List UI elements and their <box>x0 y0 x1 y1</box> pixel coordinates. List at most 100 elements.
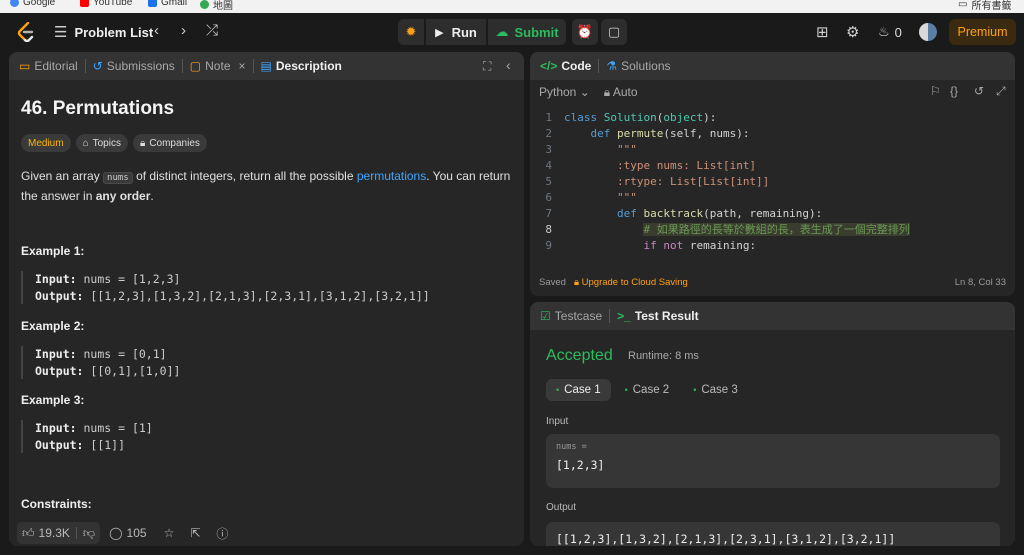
tab-editorial[interactable]: ▭ Editorial <box>19 52 78 80</box>
layout-grid-icon[interactable]: ⊞ <box>816 23 829 41</box>
example-2-title: Example 2: <box>21 319 85 333</box>
chevron-right-icon[interactable]: › <box>181 22 186 39</box>
output-value: [[1,2,3],[1,3,2],[2,1,3],[2,3,1],[3,1,2]… <box>556 532 896 546</box>
submit-button[interactable]: ☁ Submit <box>488 19 566 45</box>
line-number: 3 <box>545 143 552 156</box>
code-icon: </> <box>540 59 558 73</box>
code-editor[interactable]: 1 class Solution(object): 2 def permute(se… <box>530 110 1015 260</box>
example-1-title: Example 1: <box>21 244 85 258</box>
input-box: nums = [1,2,3] <box>546 434 1000 488</box>
expand-icon[interactable]: ⤢ <box>996 84 1006 99</box>
tab-test-result[interactable]: >_ Test Result <box>617 302 698 330</box>
star-icon[interactable]: ☆ <box>164 526 175 540</box>
streak-counter[interactable]: ♨ 0 <box>878 24 902 40</box>
bookmark-gmail[interactable]: Gmail <box>148 0 187 8</box>
youtube-icon <box>80 0 89 7</box>
alarm-clock-icon: ⏰ <box>576 24 594 39</box>
play-icon: ▶ <box>435 26 444 39</box>
code-token: def <box>616 207 644 220</box>
bookmark-icon[interactable]: ⚐ <box>930 84 941 98</box>
case-tab-1[interactable]: • Case 1 <box>546 379 611 401</box>
case-tab-3[interactable]: • Case 3 <box>683 379 748 401</box>
thumbs-down-icon[interactable]: 👎︎ <box>83 526 95 541</box>
tab-testcase[interactable]: ☑ Testcase <box>540 302 602 330</box>
lock-icon: 🔒︎ <box>139 137 146 149</box>
run-button[interactable]: ▶ Run <box>426 19 486 45</box>
companies-tag[interactable]: 🔒︎ Companies <box>132 134 207 152</box>
code-token: self, nums <box>669 127 737 140</box>
notes-button[interactable]: ▢ <box>601 19 627 45</box>
top-navigation: ☰ Problem List ‹ › ⤮ ✹ ▶ Run ☁ Submit ⏰ ▢ … <box>0 13 1024 51</box>
timer-button[interactable]: ⏰ <box>572 19 598 45</box>
terminal-icon: >_ <box>617 309 631 323</box>
avatar[interactable] <box>919 23 937 41</box>
book-icon: ▭ <box>19 59 31 73</box>
topics-tag[interactable]: ⌂ Topics <box>75 134 128 152</box>
premium-button[interactable]: Premium <box>949 19 1016 45</box>
bookmark-maps[interactable]: 地圖 <box>200 0 233 12</box>
flame-icon: ♨ <box>878 24 890 39</box>
checkbox-icon: ☑ <box>540 309 551 323</box>
close-icon[interactable]: × <box>239 59 246 73</box>
code-line[interactable]: 5 :rtype: List[List[int]] <box>530 174 1015 190</box>
example-1-block: Input: nums = [1,2,3] Output: [[1,2,3],[… <box>21 271 430 304</box>
braces-icon[interactable]: {} <box>950 84 958 98</box>
help-icon[interactable]: ⓘ <box>216 525 228 542</box>
gear-icon[interactable]: ⚙ <box>846 23 859 41</box>
editor-toolbar: Python ⌄ 🔒︎ Auto ⚐ {} ↺ ⤢ <box>530 80 1015 104</box>
code-line[interactable]: 2 def permute(self, nums): <box>530 126 1015 142</box>
note-icon: ▢ <box>189 59 202 73</box>
document-icon: ▤ <box>260 59 272 73</box>
code-line[interactable]: 7 def backtrack(path, remaining): <box>530 206 1015 222</box>
debug-button[interactable]: ✹ <box>398 19 424 45</box>
line-number: 1 <box>545 111 552 124</box>
code-line[interactable]: 1 class Solution(object): <box>530 110 1015 126</box>
bookmark-youtube[interactable]: YouTube <box>80 0 132 8</box>
comments-button[interactable]: ◯ 105 <box>104 522 151 544</box>
share-icon[interactable]: ⇱ <box>190 526 200 540</box>
code-line[interactable]: 6 """ <box>530 190 1015 206</box>
pass-dot-icon: • <box>693 385 697 395</box>
history-icon: ↺ <box>92 59 103 73</box>
tab-divider <box>84 59 86 73</box>
leetcode-logo-icon[interactable] <box>17 22 35 42</box>
bookmark-google[interactable]: Google <box>10 0 55 8</box>
problem-statement: Given an array nums of distinct integers… <box>21 169 511 203</box>
code-token: """ <box>616 191 637 204</box>
reset-icon[interactable]: ↺ <box>974 84 984 98</box>
code-line[interactable]: 9 if not remaining: <box>530 238 1015 254</box>
language-select[interactable]: Python ⌄ <box>539 85 590 99</box>
code-line[interactable]: 3 """ <box>530 142 1015 158</box>
code-token: remaining: <box>689 239 757 252</box>
input-label: Input <box>546 416 569 427</box>
tab-submissions[interactable]: ↺ Submissions <box>93 52 175 80</box>
mode-toggle[interactable]: 🔒︎ Auto <box>604 85 638 100</box>
flask-icon: ⚗ <box>606 59 618 73</box>
line-number: 7 <box>545 207 552 220</box>
result-status: Accepted <box>546 347 613 364</box>
chevron-left-icon[interactable]: ‹ <box>154 22 159 39</box>
code-token: backtrack <box>643 207 704 220</box>
tab-code[interactable]: </> Code <box>540 52 591 80</box>
problem-title: 46. Permutations <box>21 98 175 119</box>
all-bookmarks[interactable]: ▭ 所有書籤 <box>958 0 1011 12</box>
code-line[interactable]: 4 :type nums: List[int] <box>530 158 1015 174</box>
code-line[interactable]: 8 # 如果路徑的長等於數組的長，表生成了一個完整排列 <box>530 222 1015 238</box>
like-button[interactable]: 👍︎ 19.3K 👎︎ <box>17 522 101 544</box>
upgrade-link[interactable]: 🔒︎ Upgrade to Cloud Saving <box>574 277 688 288</box>
problem-list-link[interactable]: ☰ Problem List <box>54 23 153 41</box>
permutations-link[interactable]: permutations <box>357 169 426 183</box>
collapse-left-icon[interactable]: ‹ <box>506 57 511 73</box>
maximize-icon[interactable]: ⛶ <box>483 59 491 74</box>
tab-solutions[interactable]: ⚗ Solutions <box>606 52 670 80</box>
maps-icon <box>200 0 209 9</box>
tab-note[interactable]: ▢ Note × <box>190 52 246 80</box>
tab-description[interactable]: ▤ Description <box>261 52 342 80</box>
shuffle-icon[interactable]: ⤮ <box>206 22 218 39</box>
code-token: """ <box>616 143 637 156</box>
case-tab-2[interactable]: • Case 2 <box>615 379 680 401</box>
left-panel-tabs: ▭ Editorial ↺ Submissions ▢ Note × ▤ Descript… <box>9 52 524 80</box>
